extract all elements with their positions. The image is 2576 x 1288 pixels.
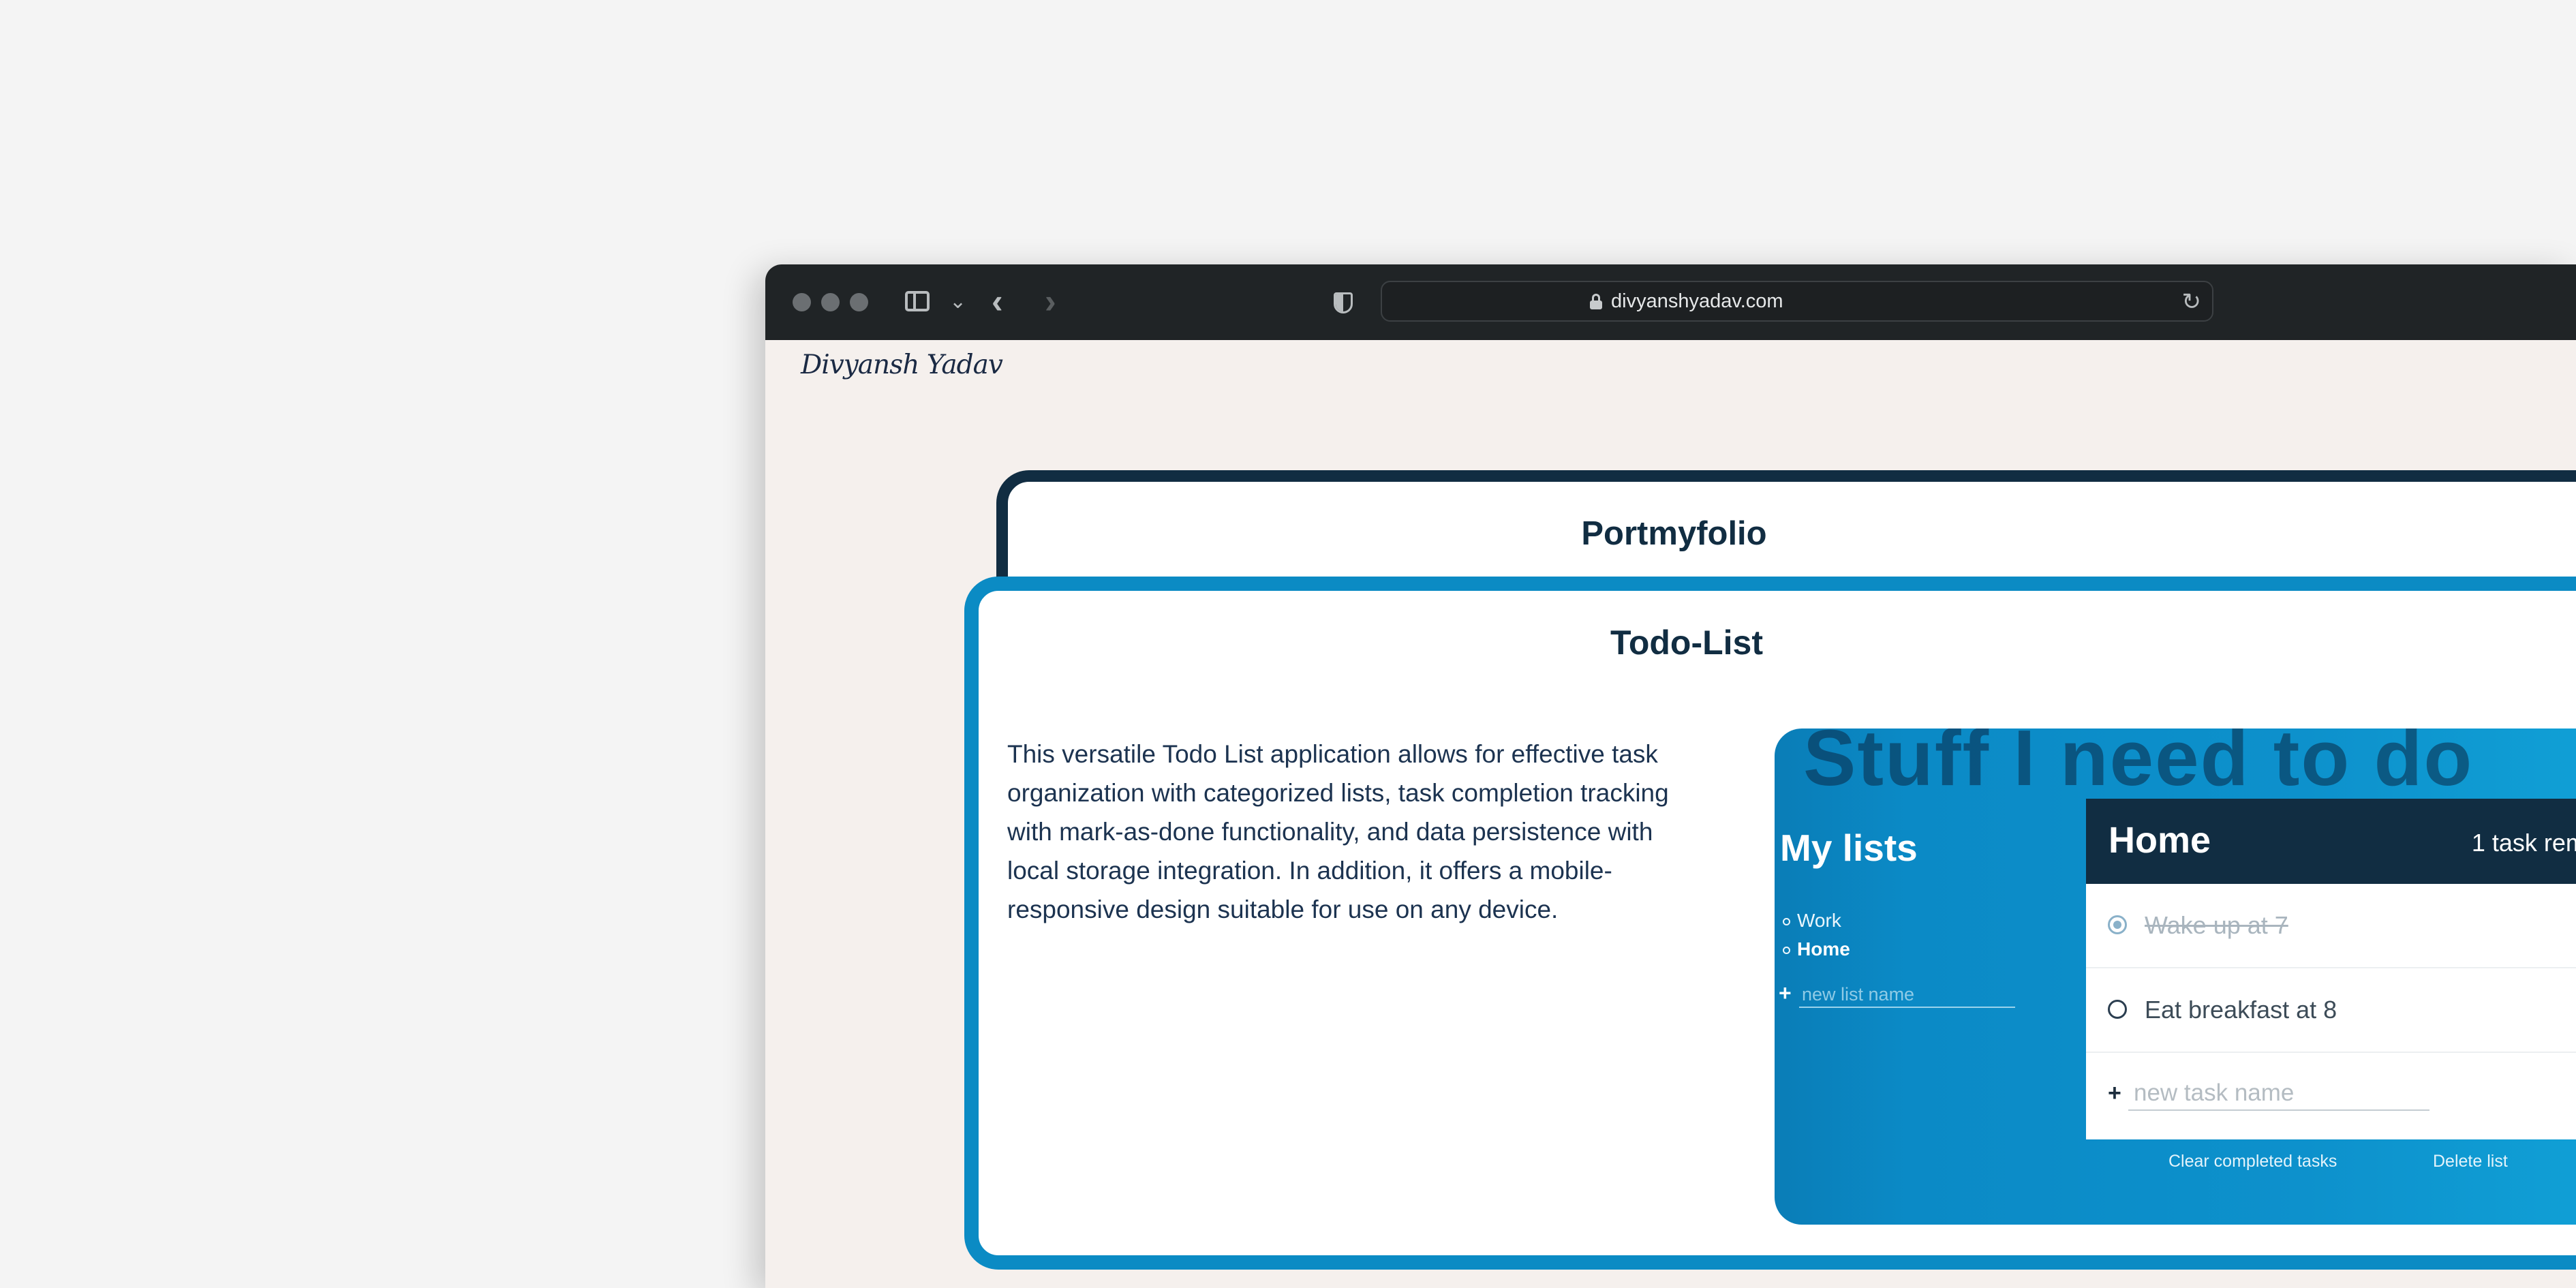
address-bar[interactable]: divyanshyadav.com ↻	[1381, 281, 2213, 322]
delete-list-button: Delete list	[2433, 1152, 2508, 1171]
circle-check-icon	[2108, 1000, 2127, 1019]
active-list-title: Home	[2109, 820, 2211, 861]
project-card-back-title: Portmyfolio	[1581, 515, 1767, 552]
page-content: Divyansh Yadav Portmyfolio Todo-List Thi…	[765, 340, 2576, 1288]
list-item-home: Home	[1783, 938, 1850, 960]
chevron-down-icon[interactable]: ⌄	[949, 285, 966, 319]
bullet-icon	[1783, 918, 1790, 926]
minimize-window-icon[interactable]	[821, 293, 840, 311]
task-label: Eat breakfast at 8	[2145, 996, 2337, 1024]
browser-window: ⌄ ‹ › divyanshyadav.com ↻ Divyansh Yadav…	[765, 264, 2576, 1288]
new-task-input	[2128, 1077, 2429, 1111]
browser-toolbar: ⌄ ‹ › divyanshyadav.com ↻	[765, 264, 2576, 340]
circle-check-icon	[2108, 915, 2127, 934]
project-description: This versatile Todo List application all…	[1007, 740, 1669, 923]
new-list-input	[1799, 982, 2015, 1008]
task-row: Eat breakfast at 8	[2086, 968, 2576, 1053]
task-panel: Home 1 task remaining Wake up at 7 Eat b…	[2086, 799, 2576, 1139]
plus-icon: +	[2108, 1080, 2121, 1106]
url-text: divyanshyadav.com	[1611, 290, 1783, 312]
forward-arrow-icon[interactable]: ›	[1045, 282, 1056, 320]
list-item-label: Home	[1797, 938, 1850, 960]
maximize-window-icon[interactable]	[850, 293, 868, 311]
reload-icon[interactable]: ↻	[2182, 288, 2202, 316]
task-label: Wake up at 7	[2145, 911, 2288, 939]
project-card-title: Todo-List	[1610, 624, 1763, 662]
task-row: Wake up at 7	[2086, 884, 2576, 968]
list-item-label: Work	[1797, 910, 1841, 931]
plus-icon: +	[1779, 981, 1792, 1005]
task-panel-header: Home 1 task remaining	[2086, 799, 2576, 884]
clear-completed-button: Clear completed tasks	[2168, 1152, 2337, 1171]
my-lists-title: My lists	[1780, 827, 1918, 869]
project-card-front[interactable]: Todo-List This versatile Todo List appli…	[964, 577, 2576, 1270]
site-logo[interactable]: Divyansh Yadav	[801, 350, 1003, 380]
preview-background-title: Stuff I need to do	[1803, 729, 2474, 802]
list-item-work: Work	[1783, 910, 1841, 932]
sidebar-icon[interactable]	[905, 291, 930, 311]
back-arrow-icon[interactable]: ‹	[992, 282, 1003, 320]
project-preview-image: Stuff I need to do My lists Work Home + …	[1775, 729, 2576, 1225]
close-window-icon[interactable]	[793, 293, 811, 311]
bullet-icon	[1783, 947, 1790, 955]
lock-icon	[1590, 294, 1602, 309]
task-count: 1 task remaining	[2471, 829, 2576, 857]
shield-icon[interactable]	[1334, 292, 1353, 313]
